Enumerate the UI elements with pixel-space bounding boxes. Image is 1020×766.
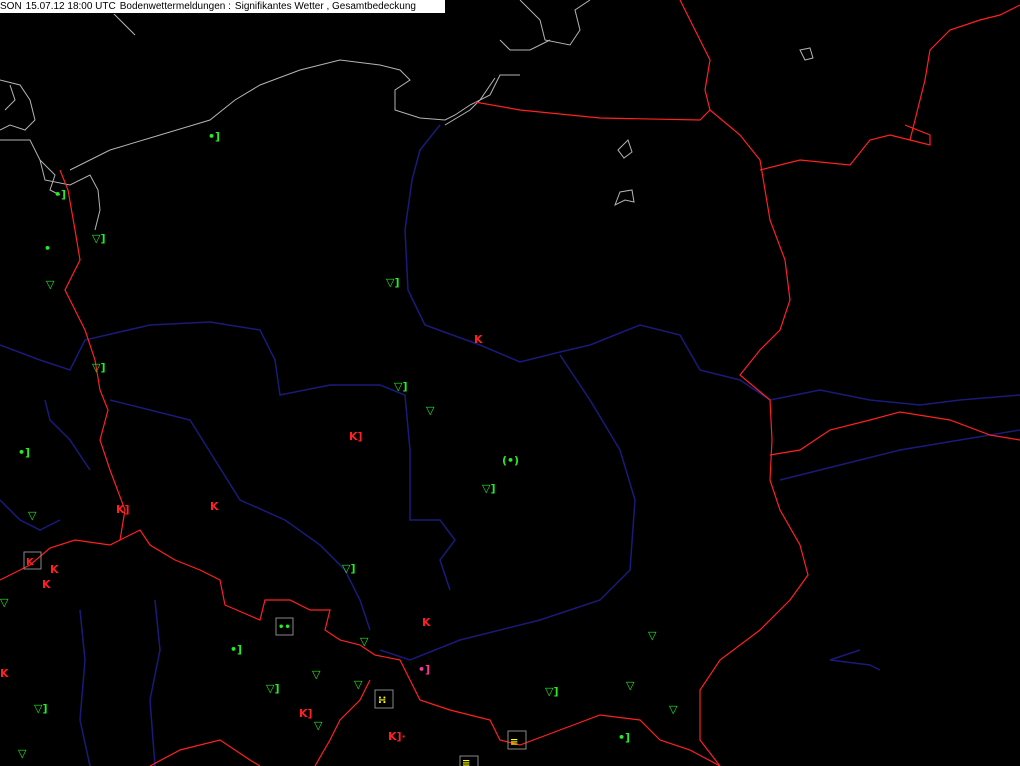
station-shower: ▽ (360, 635, 369, 648)
station-shower: ▽] (342, 562, 356, 575)
station-fog-boxed: ≡ (462, 758, 470, 766)
station-rain-boxed: •• (278, 622, 291, 633)
station-shower: ▽ (28, 509, 37, 522)
rivers (0, 124, 1020, 766)
station-rain-nearby: (•) (502, 454, 519, 467)
country-borders (0, 0, 1020, 766)
station-shower: ▽] (92, 361, 106, 374)
station-shower: ▽] (545, 685, 559, 698)
station-rain: •] (54, 188, 66, 201)
station-shower: ▽ (626, 679, 635, 692)
station-shower: ▽ (426, 404, 435, 417)
station-shower: ▽ (669, 703, 678, 716)
station-shower: ▽] (34, 702, 48, 715)
product-code: SON (0, 1, 22, 12)
station-thunder: K (474, 333, 483, 346)
station-rain: •] (618, 731, 630, 744)
station-rain: •] (18, 446, 30, 459)
station-shower: ▽] (386, 276, 400, 289)
station-shower: ▽] (92, 232, 106, 245)
station-shower: ▽ (18, 747, 27, 760)
station-shower: ▽ (0, 596, 9, 609)
station-thunder: K] (299, 707, 313, 720)
station-drizzle: •] (418, 663, 430, 676)
station-rain: • (44, 242, 51, 255)
station-shower: ▽ (314, 719, 323, 732)
station-shower: ▽ (46, 278, 55, 291)
station-shower: ▽ (354, 678, 363, 691)
station-thunder: K]· (388, 730, 406, 743)
station-shower: ▽ (648, 629, 657, 642)
coastline (0, 0, 814, 231)
station-shower: ▽] (266, 682, 280, 695)
station-shower: ▽] (482, 482, 496, 495)
station-thunder: K (0, 667, 9, 680)
map-title: Bodenwettermeldungen : (119, 1, 231, 12)
station-rain: •] (208, 130, 220, 143)
station-thunder: K] (349, 430, 363, 443)
station-rain: •] (230, 643, 242, 656)
station-thunder: K (50, 563, 59, 576)
station-shower: ▽ (312, 668, 321, 681)
map-layers: Signifikantes Wetter , Gesamtbedeckung (234, 1, 416, 12)
station-fog-boxed: ≡ (510, 737, 518, 748)
station-fog-boxed: ∺ (378, 695, 386, 706)
station-thunder: K (210, 500, 219, 513)
station-thunder: K (422, 616, 431, 629)
map-header: SON 15.07.12 18:00 UTC Bodenwettermeldunge… (0, 0, 446, 14)
station-thunder: K (42, 578, 51, 591)
station-shower: ▽] (394, 380, 408, 393)
datetime: 15.07.12 18:00 UTC (25, 1, 116, 12)
station-thunder: K] (116, 503, 130, 516)
boxed-stations: K •• ∺ ≡ ≡ (23, 551, 527, 766)
weather-map: •] •] • •] •] •] ▽] ▽ ▽] ▽] ▽] ▽ ▽] ▽ ▽]… (0, 0, 1020, 766)
station-thunder-boxed: K (26, 557, 35, 568)
